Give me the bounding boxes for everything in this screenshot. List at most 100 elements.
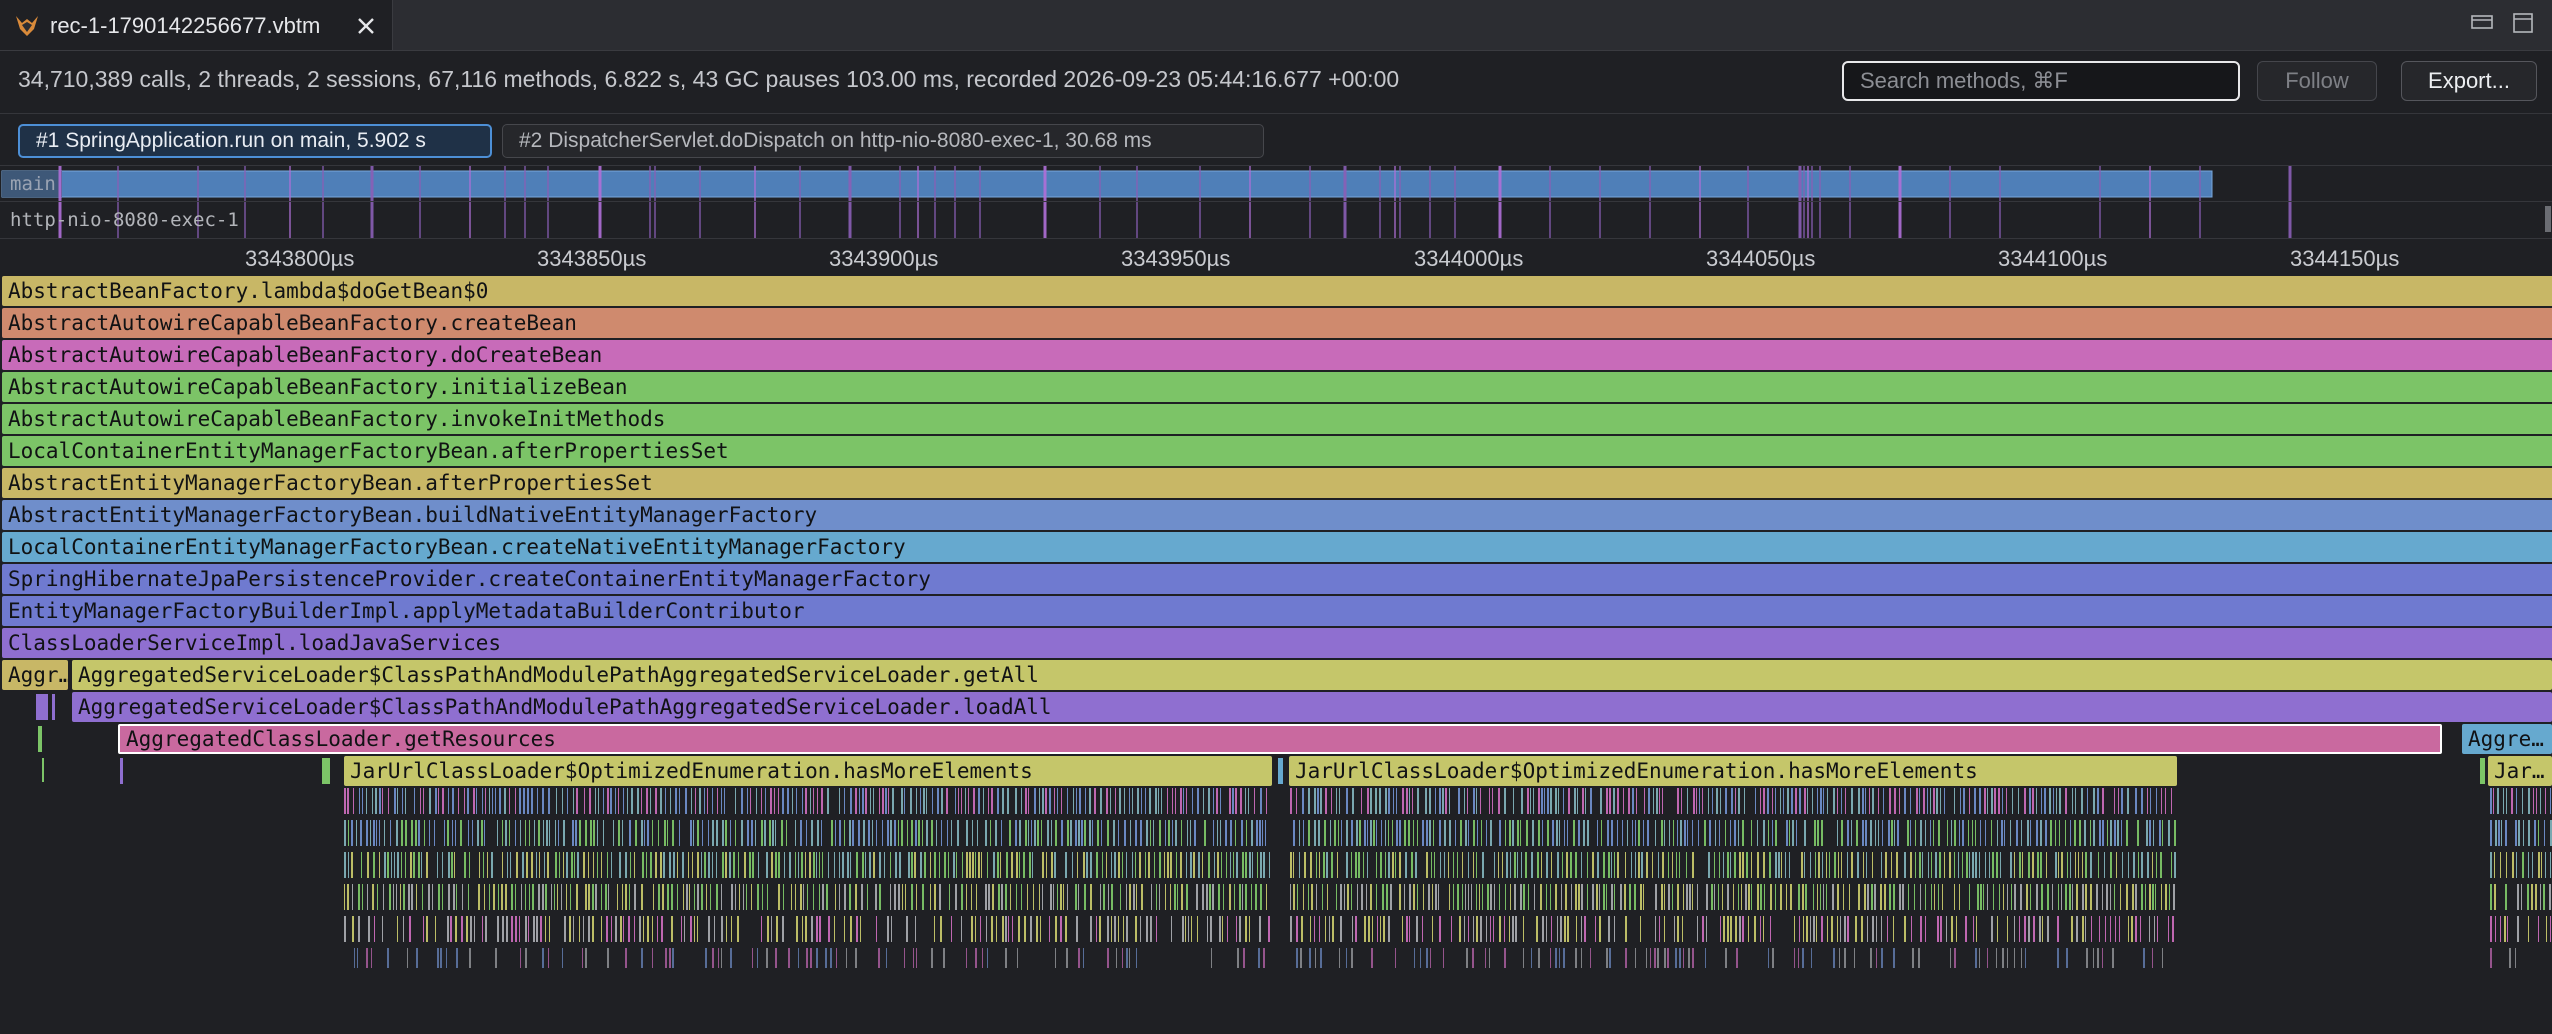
flame-frame[interactable]: AbstractAutowireCapableBeanFactory.initi… (2, 372, 2552, 402)
flame-leaf-frame (2047, 884, 2049, 910)
flame-leaf-frame (1510, 884, 1511, 910)
flame-leaf-frame (677, 884, 678, 910)
flame-leaf-frame (1632, 820, 1633, 846)
flame-leaf-frame (1494, 852, 1495, 878)
flame-leaf-frame (1855, 916, 1857, 942)
flame-leaf-frame (1482, 852, 1484, 878)
flame-frame[interactable]: JarUrlClassLoader$OptimizedEnumeration.h… (344, 756, 1272, 786)
flame-leaf-frame (1005, 948, 1007, 968)
flame-leaf-frame (551, 884, 552, 910)
search-input[interactable] (1842, 61, 2240, 101)
flame-leaf-frame (716, 884, 718, 910)
flame-leaf-frame (557, 884, 558, 910)
flame-leaf-frame (520, 948, 521, 968)
flame-leaf-frame (448, 788, 449, 814)
flame-leaf-frame (1944, 852, 1945, 878)
flame-leaf-frame (2512, 852, 2514, 878)
flame-leaf-frame (906, 916, 908, 942)
flame-leaf-frame (758, 852, 759, 878)
flame-frame[interactable]: AbstractAutowireCapableBeanFactory.invok… (2, 404, 2552, 434)
session-pill-1[interactable]: #1 SpringApplication.run on main, 5.902 … (18, 124, 492, 158)
flame-frame[interactable]: AbstractEntityManagerFactoryBean.buildNa… (2, 500, 2552, 530)
minimize-icon[interactable] (2471, 15, 2493, 29)
flame-frame[interactable]: LocalContainerEntityManagerFactoryBean.c… (2, 532, 2552, 562)
flame-frame-selected[interactable]: AggregatedClassLoader.getResources (118, 724, 2442, 754)
flame-leaf-frame (1213, 788, 1214, 814)
flame-leaf-frame (2545, 852, 2546, 878)
flame-leaf-frame (1133, 884, 1135, 910)
flame-leaf-frame (1972, 852, 1974, 878)
flame-leaf-frame (531, 852, 533, 878)
flame-leaf-frame (1899, 884, 1901, 910)
flame-leaf-frame (478, 884, 480, 910)
flame-leaf-frame (662, 884, 664, 910)
flame-leaf-frame (741, 820, 743, 846)
flame-leaf-frame (1878, 820, 1879, 846)
maximize-icon[interactable] (2513, 13, 2533, 33)
flame-leaf-frame (1457, 852, 1458, 878)
flame-leaf-frame (2149, 884, 2151, 910)
flame-frame[interactable]: AbstractAutowireCapableBeanFactory.doCre… (2, 340, 2552, 370)
flame-leaf-frame (2022, 852, 2023, 878)
flame-leaf-frame (976, 884, 977, 910)
flame-leaf-frame (608, 884, 609, 910)
flame-leaf-frame (2002, 948, 2004, 968)
flame-leaf-frame (1787, 788, 1789, 814)
flame-leaf-frame (1742, 820, 1744, 846)
flame-leaf-frame (971, 916, 973, 942)
flame-leaf-frame (751, 820, 753, 846)
flame-leaf-frame (644, 820, 645, 846)
flame-leaf-frame (1751, 884, 1752, 910)
flame-leaf-frame (1708, 788, 1709, 814)
flame-leaf-frame (1202, 884, 1204, 910)
flame-leaf-frame (1628, 788, 1630, 814)
flame-leaf-frame (536, 852, 537, 878)
flame-leaf-frame (1259, 916, 1261, 942)
flame-leaf-frame (965, 788, 966, 814)
flame-leaf-frame (1911, 916, 1912, 942)
close-icon[interactable] (352, 12, 380, 40)
flame-frame[interactable]: AbstractAutowireCapableBeanFactory.creat… (2, 308, 2552, 338)
flame-leaf-frame (1102, 852, 1103, 878)
flame-leaf-frame (1114, 916, 1116, 942)
flame-frame[interactable]: Aggr… (2, 660, 68, 690)
flame-leaf-frame (1538, 788, 1540, 814)
flame-leaf-frame (1920, 884, 1921, 910)
flame-leaf-frame (738, 852, 739, 878)
follow-button[interactable]: Follow (2257, 61, 2377, 101)
thread-lanes[interactable]: main http-nio-8080-exec-1 (0, 166, 2552, 238)
flame-leaf-frame (1493, 916, 1494, 942)
flame-small-frame (1278, 758, 1283, 784)
flame-frame[interactable]: ClassLoaderServiceImpl.loadJavaServices (2, 628, 2552, 658)
flame-leaf-frame (1453, 884, 1454, 910)
flame-frame[interactable]: SpringHibernateJpaPersistenceProvider.cr… (2, 564, 2552, 594)
export-button[interactable]: Export... (2401, 61, 2537, 101)
flame-leaf-frame (1627, 820, 1628, 846)
flame-leaf-frame (400, 884, 401, 910)
tab-recording[interactable]: rec-1-1790142256677.vbtm (0, 0, 393, 50)
flame-graph[interactable]: AbstractBeanFactory.lambda$doGetBean$0 A… (0, 276, 2552, 1034)
flame-leaf-frame (737, 916, 739, 942)
flame-leaf-frame (1739, 852, 1741, 878)
flame-leaf-frame (1601, 820, 1602, 846)
flame-leaf-frame (1550, 948, 1551, 968)
flame-leaf-frame (940, 916, 942, 942)
flame-frame[interactable]: AbstractBeanFactory.lambda$doGetBean$0 (2, 276, 2552, 306)
flame-frame[interactable]: AggregatedServiceLoader$ClassPathAndModu… (72, 692, 2552, 722)
flame-frame[interactable]: Aggre… (2462, 724, 2552, 754)
flame-frame[interactable]: JarUrlClassLoader$OptimizedEnumeration.h… (1289, 756, 2177, 786)
flame-leaf-frame (2135, 884, 2137, 910)
axis-tick: 3343900µs (829, 246, 939, 271)
flame-frame[interactable]: Jar… (2488, 756, 2552, 786)
flame-leaf-frame (625, 852, 627, 878)
flame-frame[interactable]: AbstractEntityManagerFactoryBean.afterPr… (2, 468, 2552, 498)
flame-frame[interactable]: AggregatedServiceLoader$ClassPathAndModu… (72, 660, 2552, 690)
flame-leaf-frame (978, 852, 980, 878)
session-pill-2[interactable]: #2 DispatcherServlet.doDispatch on http-… (502, 124, 1264, 158)
flame-frame[interactable]: LocalContainerEntityManagerFactoryBean.a… (2, 436, 2552, 466)
flame-leaf-frame (647, 916, 649, 942)
flame-leaf-frame (1806, 916, 1808, 942)
flame-leaf-frame (1123, 916, 1124, 942)
flame-frame[interactable]: EntityManagerFactoryBuilderImpl.applyMet… (2, 596, 2552, 626)
flame-leaf-frame (1881, 916, 1882, 942)
